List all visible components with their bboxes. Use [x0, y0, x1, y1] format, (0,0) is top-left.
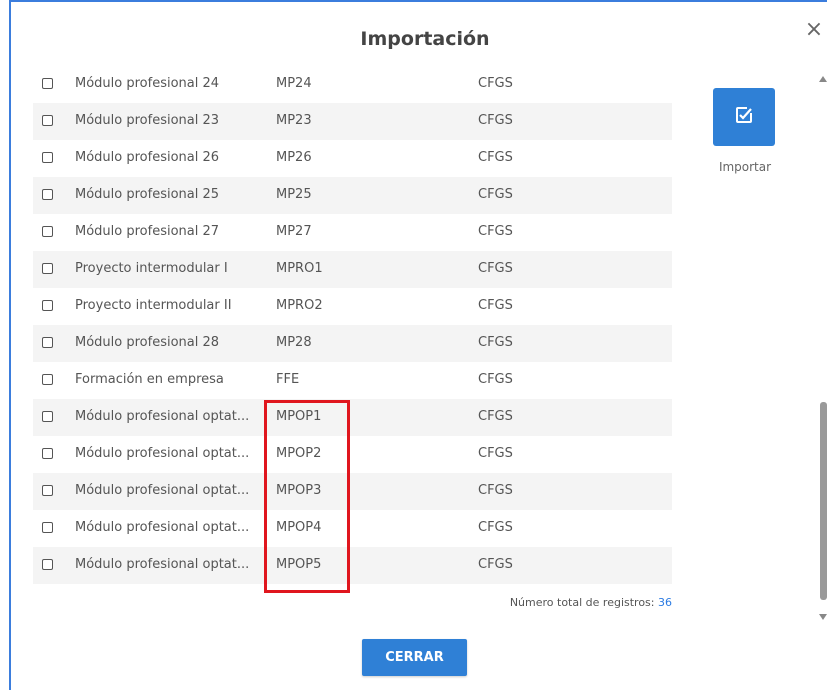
table-row[interactable]: Módulo profesional 27 MP27 CFGS — [33, 214, 672, 251]
row-code: MP23 — [276, 113, 312, 128]
row-type: CFGS — [478, 150, 513, 165]
row-type: CFGS — [478, 335, 513, 350]
row-name: Módulo profesional 27 — [75, 224, 220, 239]
row-code: MP26 — [276, 150, 312, 165]
row-checkbox[interactable] — [42, 374, 53, 385]
row-checkbox[interactable] — [42, 485, 53, 496]
row-name: Proyecto intermodular I — [75, 261, 228, 276]
table-row[interactable]: Módulo profesional optat... MPOP2 CFGS — [33, 436, 672, 473]
row-type: CFGS — [478, 224, 513, 239]
edit-checkbox-icon — [735, 106, 753, 128]
row-code: MPOP5 — [276, 557, 322, 572]
row-checkbox[interactable] — [42, 559, 53, 570]
row-checkbox[interactable] — [42, 337, 53, 348]
window-frame-left — [9, 0, 11, 690]
row-type: CFGS — [478, 261, 513, 276]
table-row[interactable]: Formación en empresa FFE CFGS — [33, 362, 672, 399]
row-code: MPOP3 — [276, 483, 322, 498]
table-row[interactable]: Módulo profesional 28 MP28 CFGS — [33, 325, 672, 362]
row-code: MPRO2 — [276, 298, 323, 313]
row-type: CFGS — [478, 483, 513, 498]
row-type: CFGS — [478, 520, 513, 535]
row-name: Módulo profesional optat... — [75, 483, 250, 498]
table-row[interactable]: Proyecto intermodular I MPRO1 CFGS — [33, 251, 672, 288]
table-row[interactable]: Módulo profesional optat... MPOP5 CFGS — [33, 547, 672, 584]
row-name: Módulo profesional 23 — [75, 113, 220, 128]
total-records-value: 36 — [658, 596, 672, 609]
row-checkbox[interactable] — [42, 263, 53, 274]
row-type: CFGS — [478, 76, 513, 91]
import-button[interactable] — [713, 88, 775, 146]
total-records-label: Número total de registros: — [509, 596, 655, 609]
row-name: Formación en empresa — [75, 372, 224, 387]
row-name: Módulo profesional optat... — [75, 409, 250, 424]
row-name: Módulo profesional 25 — [75, 187, 220, 202]
row-code: MPOP4 — [276, 520, 322, 535]
row-checkbox[interactable] — [42, 411, 53, 422]
row-code: FFE — [276, 372, 300, 387]
table-row[interactable]: Módulo profesional 26 MP26 CFGS — [33, 140, 672, 177]
row-name: Módulo profesional 24 — [75, 76, 220, 91]
row-type: CFGS — [478, 187, 513, 202]
table-row[interactable]: Proyecto intermodular II MPRO2 CFGS — [33, 288, 672, 325]
row-type: CFGS — [478, 557, 513, 572]
row-type: CFGS — [478, 446, 513, 461]
row-type: CFGS — [478, 409, 513, 424]
row-name: Proyecto intermodular II — [75, 298, 232, 313]
row-checkbox[interactable] — [42, 448, 53, 459]
row-checkbox[interactable] — [42, 189, 53, 200]
row-checkbox[interactable] — [42, 226, 53, 237]
row-checkbox[interactable] — [42, 115, 53, 126]
row-type: CFGS — [478, 298, 513, 313]
close-icon[interactable]: × — [804, 19, 824, 41]
row-code: MPRO1 — [276, 261, 323, 276]
row-checkbox[interactable] — [42, 78, 53, 89]
row-name: Módulo profesional 28 — [75, 335, 220, 350]
row-checkbox[interactable] — [42, 152, 53, 163]
table-row[interactable]: Módulo profesional 25 MP25 CFGS — [33, 177, 672, 214]
row-name: Módulo profesional optat... — [75, 446, 250, 461]
table-row[interactable]: Módulo profesional optat... MPOP3 CFGS — [33, 473, 672, 510]
dialog-title: Importación — [360, 28, 490, 50]
row-name: Módulo profesional 26 — [75, 150, 220, 165]
table-row[interactable]: Módulo profesional optat... MPOP4 CFGS — [33, 510, 672, 547]
row-name: Módulo profesional optat... — [75, 520, 250, 535]
row-name: Módulo profesional optat... — [75, 557, 250, 572]
row-code: MPOP1 — [276, 409, 322, 424]
row-code: MPOP2 — [276, 446, 322, 461]
row-code: MP27 — [276, 224, 312, 239]
table-row[interactable]: Módulo profesional optat... MPOP1 CFGS — [33, 399, 672, 436]
import-label: Importar — [718, 160, 772, 174]
row-checkbox[interactable] — [42, 522, 53, 533]
row-type: CFGS — [478, 113, 513, 128]
row-checkbox[interactable] — [42, 300, 53, 311]
scroll-down-arrow-icon[interactable] — [819, 614, 827, 620]
records-table: Módulo profesional 24 MP24 CFGS Módulo prof… — [33, 66, 672, 584]
scrollbar-thumb[interactable] — [820, 402, 827, 600]
row-code: MP28 — [276, 335, 312, 350]
window-frame-top — [9, 0, 827, 2]
row-code: MP24 — [276, 76, 312, 91]
row-type: CFGS — [478, 372, 513, 387]
table-row[interactable]: Módulo profesional 24 MP24 CFGS — [33, 66, 672, 103]
scroll-up-arrow-icon[interactable] — [819, 76, 827, 82]
close-button[interactable]: CERRAR — [362, 639, 467, 676]
total-records: Número total de registros: 36 — [33, 596, 672, 609]
table-row[interactable]: Módulo profesional 23 MP23 CFGS — [33, 103, 672, 140]
row-code: MP25 — [276, 187, 312, 202]
